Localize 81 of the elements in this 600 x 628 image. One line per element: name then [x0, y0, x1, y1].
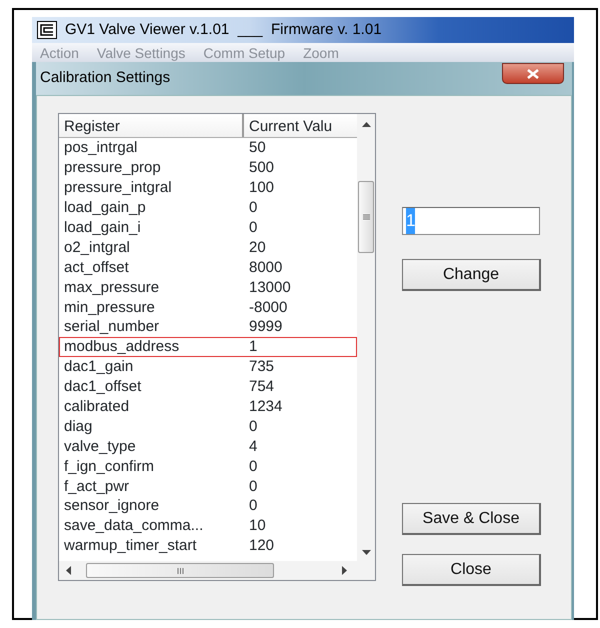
scroll-down-icon[interactable]: [362, 549, 370, 555]
table-row[interactable]: warmup_timer_start 120: [59, 536, 357, 556]
register-name: dac1_gain: [63, 359, 134, 374]
table-row[interactable]: load_gain_p 0: [59, 198, 357, 218]
register-name: o2_intgral: [63, 240, 131, 255]
table-row[interactable]: act_offset 8000: [59, 257, 357, 278]
register-name: pressure_prop: [63, 160, 162, 176]
window-title: GV1 Valve Viewer v.1.01 ___ Firmware v. 1.01: [65, 20, 382, 40]
table-row[interactable]: calibrated 1234: [59, 396, 357, 416]
table-row[interactable]: sensor_ignore 0: [59, 496, 357, 516]
table-row[interactable]: max_pressure 13000: [59, 277, 357, 298]
register-value: 1: [248, 339, 258, 354]
scroll-thumb[interactable]: [358, 181, 374, 253]
register-value: 500: [248, 160, 274, 176]
register-value: 0: [248, 458, 258, 474]
register-name: valve_type: [63, 438, 137, 454]
dialog-button[interactable]: Save & Close: [402, 503, 541, 535]
column-header[interactable]: Register: [59, 114, 244, 137]
register-value: 100: [248, 180, 274, 196]
scroll-right-icon[interactable]: [341, 566, 347, 575]
table-row[interactable]: pressure_prop 500: [59, 158, 357, 178]
table-row[interactable]: f_act_pwr 0: [59, 476, 357, 496]
register-name: dac1_offset: [63, 379, 142, 394]
scroll-up-icon[interactable]: [362, 122, 370, 128]
dialog-button[interactable]: Close: [402, 554, 541, 586]
register-name: load_gain_p: [63, 200, 147, 216]
register-value: 13000: [248, 280, 291, 295]
table-row[interactable]: dac1_offset 754: [59, 376, 357, 397]
register-value: 4: [248, 438, 258, 454]
scroll-thumb[interactable]: [86, 563, 274, 578]
register-value: 735: [248, 359, 274, 374]
register-value: 1234: [248, 399, 282, 414]
dialog-title: Calibration Settings: [40, 68, 170, 88]
register-value: 0: [248, 498, 258, 514]
table-row[interactable]: o2_intgral 20: [59, 237, 357, 258]
register-value: 0: [248, 220, 258, 235]
register-name: warmup_timer_start: [63, 538, 198, 554]
register-value: 0: [248, 418, 258, 434]
table-row[interactable]: diag 0: [59, 416, 357, 436]
column-header[interactable]: Current Valu: [244, 114, 357, 137]
register-name: load_gain_i: [63, 220, 142, 235]
close-icon: [527, 68, 539, 78]
dialog-button[interactable]: Change: [402, 259, 541, 291]
register-name: min_pressure: [63, 300, 156, 315]
register-name: modbus_address: [63, 339, 180, 354]
register-name: pressure_intgral: [63, 180, 173, 196]
register-name: pos_intrgal: [63, 140, 138, 156]
register-name: diag: [63, 418, 94, 434]
app-icon: [37, 21, 57, 39]
register-value: 0: [248, 200, 258, 216]
register-name: f_ign_confirm: [63, 458, 156, 474]
table-row[interactable]: valve_type 4: [59, 436, 357, 456]
register-name: sensor_ignore: [63, 498, 160, 514]
register-name: max_pressure: [63, 280, 160, 295]
register-name: f_act_pwr: [63, 478, 130, 494]
vertical-scrollbar[interactable]: [357, 114, 375, 561]
register-value: 754: [248, 379, 274, 394]
register-value: 9999: [248, 319, 282, 334]
table-row[interactable]: dac1_gain 735: [59, 356, 357, 377]
register-value: 120: [248, 538, 274, 554]
register-value: 10: [248, 518, 266, 534]
register-value: 0: [248, 478, 258, 494]
table-row[interactable]: serial_number 9999: [59, 317, 357, 337]
table-row[interactable]: pos_intrgal 50: [59, 138, 357, 158]
register-name: act_offset: [63, 260, 130, 275]
register-name: save_data_comma...: [63, 518, 204, 534]
table-row[interactable]: pressure_intgral 100: [59, 178, 357, 198]
register-value: -8000: [248, 300, 288, 315]
register-value: 8000: [248, 260, 282, 275]
table-row[interactable]: f_ign_confirm 0: [59, 456, 357, 476]
table-row[interactable]: modbus_address 1: [59, 336, 357, 357]
scroll-left-icon[interactable]: [66, 566, 72, 575]
table-row[interactable]: min_pressure -8000: [59, 297, 357, 318]
table-row[interactable]: load_gain_i 0: [59, 218, 357, 238]
register-name: calibrated: [63, 399, 130, 414]
register-value: 50: [248, 140, 266, 156]
register-value: 20: [248, 240, 266, 255]
table-row[interactable]: save_data_comma... 10: [59, 516, 357, 536]
close-button[interactable]: [502, 63, 564, 84]
horizontal-scrollbar[interactable]: [59, 561, 375, 580]
register-name: serial_number: [63, 319, 160, 334]
